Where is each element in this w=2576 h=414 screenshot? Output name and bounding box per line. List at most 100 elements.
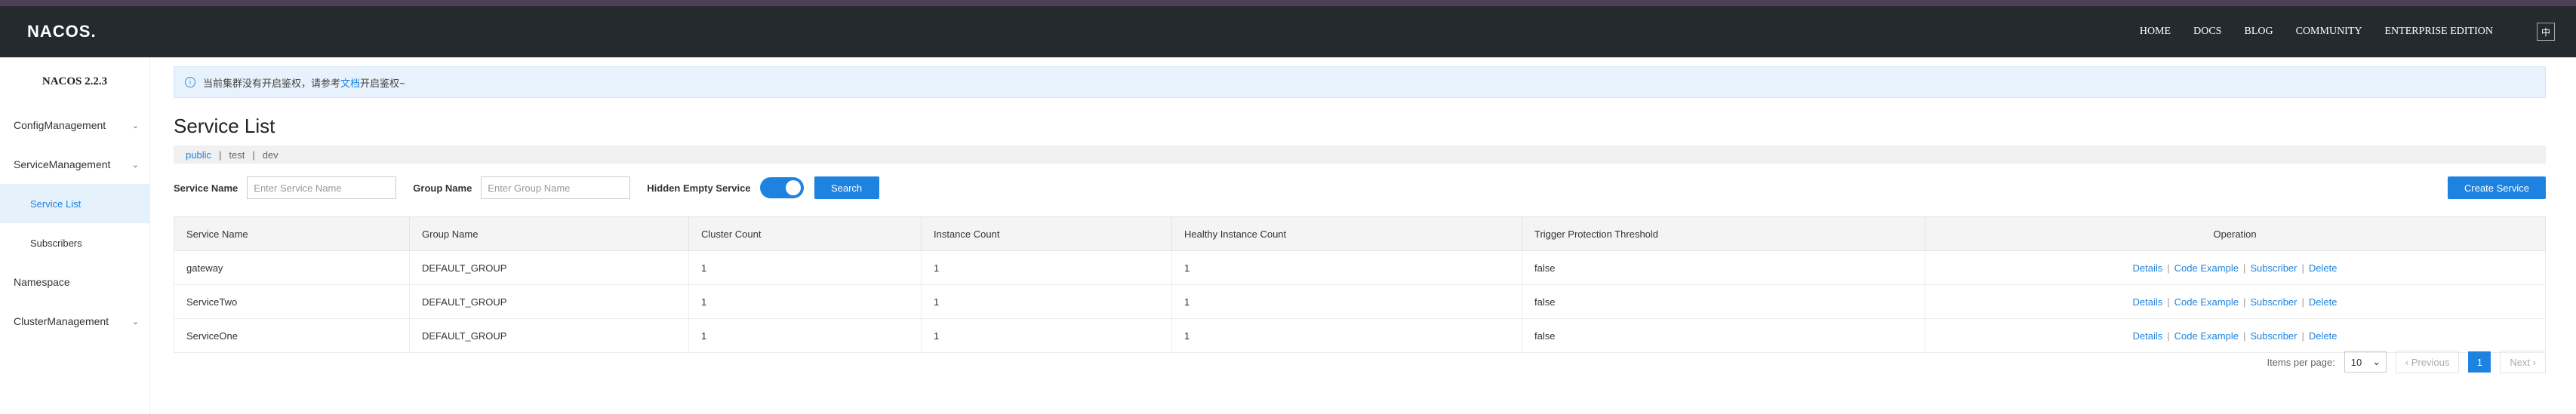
namespace-separator: | xyxy=(252,149,255,161)
separator: | xyxy=(2242,296,2246,308)
cell-instance-count: 1 xyxy=(921,250,1172,285)
hidden-empty-service-label: Hidden Empty Service xyxy=(647,182,751,194)
service-name-input[interactable]: Enter Service Name xyxy=(247,176,397,199)
next-page-button[interactable]: Next › xyxy=(2500,351,2546,373)
cell-operation: Details | Code Example | Subscriber | Delete xyxy=(1925,284,2546,319)
nav-blog[interactable]: BLOG xyxy=(2244,26,2273,38)
alert-text-before: 当前集群没有开启鉴权，请参考 xyxy=(203,77,341,89)
cell-healthy-instance-count: 1 xyxy=(1171,284,1522,319)
namespace-separator: | xyxy=(218,149,222,161)
language-switch-button[interactable]: 中 xyxy=(2537,23,2555,41)
sidebar-item-namespace[interactable]: Namespace xyxy=(0,262,149,302)
delete-link[interactable]: Delete xyxy=(2309,296,2337,308)
namespace-bar: public | test | dev xyxy=(174,146,2546,164)
namespace-public[interactable]: public xyxy=(186,149,211,161)
main-content: i 当前集群没有开启鉴权，请参考 文档 开启鉴权~ Service List pub… xyxy=(174,57,2546,353)
sidebar-item-cluster-management[interactable]: ClusterManagement ⌄ xyxy=(0,302,149,341)
items-per-page-value: 10 xyxy=(2350,356,2362,368)
service-name-label: Service Name xyxy=(174,182,239,194)
sidebar-item-label: Namespace xyxy=(14,276,70,288)
chevron-right-icon: › xyxy=(2530,356,2536,368)
cell-trigger-protection-threshold: false xyxy=(1522,250,1925,285)
nacos-logo[interactable]: NACOS. xyxy=(27,22,97,41)
cell-group-name: DEFAULT_GROUP xyxy=(409,250,689,285)
hidden-empty-service-toggle[interactable] xyxy=(759,177,804,198)
alert-docs-link[interactable]: 文档 xyxy=(340,75,360,90)
sidebar: NACOS 2.2.3 ConfigManagement ⌄ ServiceMa… xyxy=(0,57,150,414)
details-link[interactable]: Details xyxy=(2133,330,2163,342)
sidebar-item-service-management[interactable]: ServiceManagement ⌄ xyxy=(0,145,149,184)
namespace-dev[interactable]: dev xyxy=(263,149,279,161)
delete-link[interactable]: Delete xyxy=(2309,330,2337,342)
chevron-down-icon: ⌄ xyxy=(2372,356,2381,367)
top-navbar: NACOS. HOME DOCS BLOG COMMUNITY ENTERPRI… xyxy=(0,6,2576,57)
details-link[interactable]: Details xyxy=(2133,262,2163,274)
alert-text-after: 开启鉴权~ xyxy=(360,77,405,89)
cell-trigger-protection-threshold: false xyxy=(1522,284,1925,319)
separator: | xyxy=(2167,330,2170,342)
separator: | xyxy=(2167,262,2170,274)
namespace-test[interactable]: test xyxy=(229,149,245,161)
nav-home[interactable]: HOME xyxy=(2140,26,2171,38)
version-label: NACOS 2.2.3 xyxy=(42,75,108,87)
cell-operation: Details | Code Example | Subscriber | Delete xyxy=(1925,250,2546,285)
cell-group-name: DEFAULT_GROUP xyxy=(409,318,689,353)
auth-alert: i 当前集群没有开启鉴权，请参考 文档 开启鉴权~ xyxy=(174,66,2546,98)
sidebar-item-service-list[interactable]: Service List xyxy=(0,184,149,223)
sidebar-item-config-management[interactable]: ConfigManagement ⌄ xyxy=(0,106,149,145)
col-cluster-count: Cluster Count xyxy=(688,216,922,251)
details-link[interactable]: Details xyxy=(2133,296,2163,308)
top-stripe xyxy=(0,0,2576,6)
previous-page-button[interactable]: ‹ Previous xyxy=(2395,351,2460,373)
chevron-down-icon: ⌄ xyxy=(131,317,139,327)
subscriber-link[interactable]: Subscriber xyxy=(2250,296,2297,308)
sidebar-item-label: ServiceManagement xyxy=(14,158,111,170)
col-operation: Operation xyxy=(1925,216,2546,251)
chevron-left-icon: ‹ xyxy=(2405,356,2411,368)
separator: | xyxy=(2301,296,2304,308)
sidebar-item-subscribers[interactable]: Subscribers xyxy=(0,223,149,262)
table-row: gateway DEFAULT_GROUP 1 1 1 false Detail… xyxy=(174,250,2546,285)
items-per-page-label: Items per page: xyxy=(2267,356,2335,368)
cell-trigger-protection-threshold: false xyxy=(1522,318,1925,353)
col-instance-count: Instance Count xyxy=(921,216,1172,251)
separator: | xyxy=(2301,262,2304,274)
page-1-button[interactable]: 1 xyxy=(2468,351,2491,373)
sidebar-item-label: ConfigManagement xyxy=(14,119,106,131)
cell-operation: Details | Code Example | Subscriber | Delete xyxy=(1925,318,2546,353)
cell-service-name: gateway xyxy=(174,250,410,285)
next-label: Next xyxy=(2510,356,2531,368)
pagination: Items per page: 10 ⌄ ‹ Previous 1 Next › xyxy=(2267,351,2546,373)
create-service-button[interactable]: Create Service xyxy=(2448,176,2546,199)
cell-cluster-count: 1 xyxy=(688,318,922,353)
cell-service-name: ServiceOne xyxy=(174,318,410,353)
nav-enterprise-edition[interactable]: ENTERPRISE EDITION xyxy=(2385,26,2494,38)
cell-group-name: DEFAULT_GROUP xyxy=(409,284,689,319)
cell-instance-count: 1 xyxy=(921,284,1172,319)
cell-service-name: ServiceTwo xyxy=(174,284,410,319)
table-row: ServiceOne DEFAULT_GROUP 1 1 1 false Det… xyxy=(174,318,2546,353)
col-trigger-protection-threshold: Trigger Protection Threshold xyxy=(1522,216,1925,251)
cell-healthy-instance-count: 1 xyxy=(1171,318,1522,353)
code-example-link[interactable]: Code Example xyxy=(2174,262,2239,274)
filter-bar: Service Name Enter Service Name Group Na… xyxy=(174,174,2546,201)
col-service-name: Service Name xyxy=(174,216,410,251)
separator: | xyxy=(2242,262,2246,274)
subscriber-link[interactable]: Subscriber xyxy=(2250,330,2297,342)
group-name-label: Group Name xyxy=(413,182,472,194)
group-name-input[interactable]: Enter Group Name xyxy=(481,176,631,199)
cell-healthy-instance-count: 1 xyxy=(1171,250,1522,285)
nav-docs[interactable]: DOCS xyxy=(2193,26,2221,38)
code-example-link[interactable]: Code Example xyxy=(2174,330,2239,342)
top-nav: HOME DOCS BLOG COMMUNITY ENTERPRISE EDIT… xyxy=(2140,6,2493,57)
code-example-link[interactable]: Code Example xyxy=(2174,296,2239,308)
col-healthy-instance-count: Healthy Instance Count xyxy=(1171,216,1522,251)
subscriber-link[interactable]: Subscriber xyxy=(2250,262,2297,274)
previous-label: Previous xyxy=(2411,356,2450,368)
items-per-page-select[interactable]: 10 ⌄ xyxy=(2344,351,2387,373)
delete-link[interactable]: Delete xyxy=(2309,262,2337,274)
nav-community[interactable]: COMMUNITY xyxy=(2296,26,2362,38)
search-button[interactable]: Search xyxy=(814,176,879,199)
page-title: Service List xyxy=(174,115,275,137)
cell-cluster-count: 1 xyxy=(688,284,922,319)
